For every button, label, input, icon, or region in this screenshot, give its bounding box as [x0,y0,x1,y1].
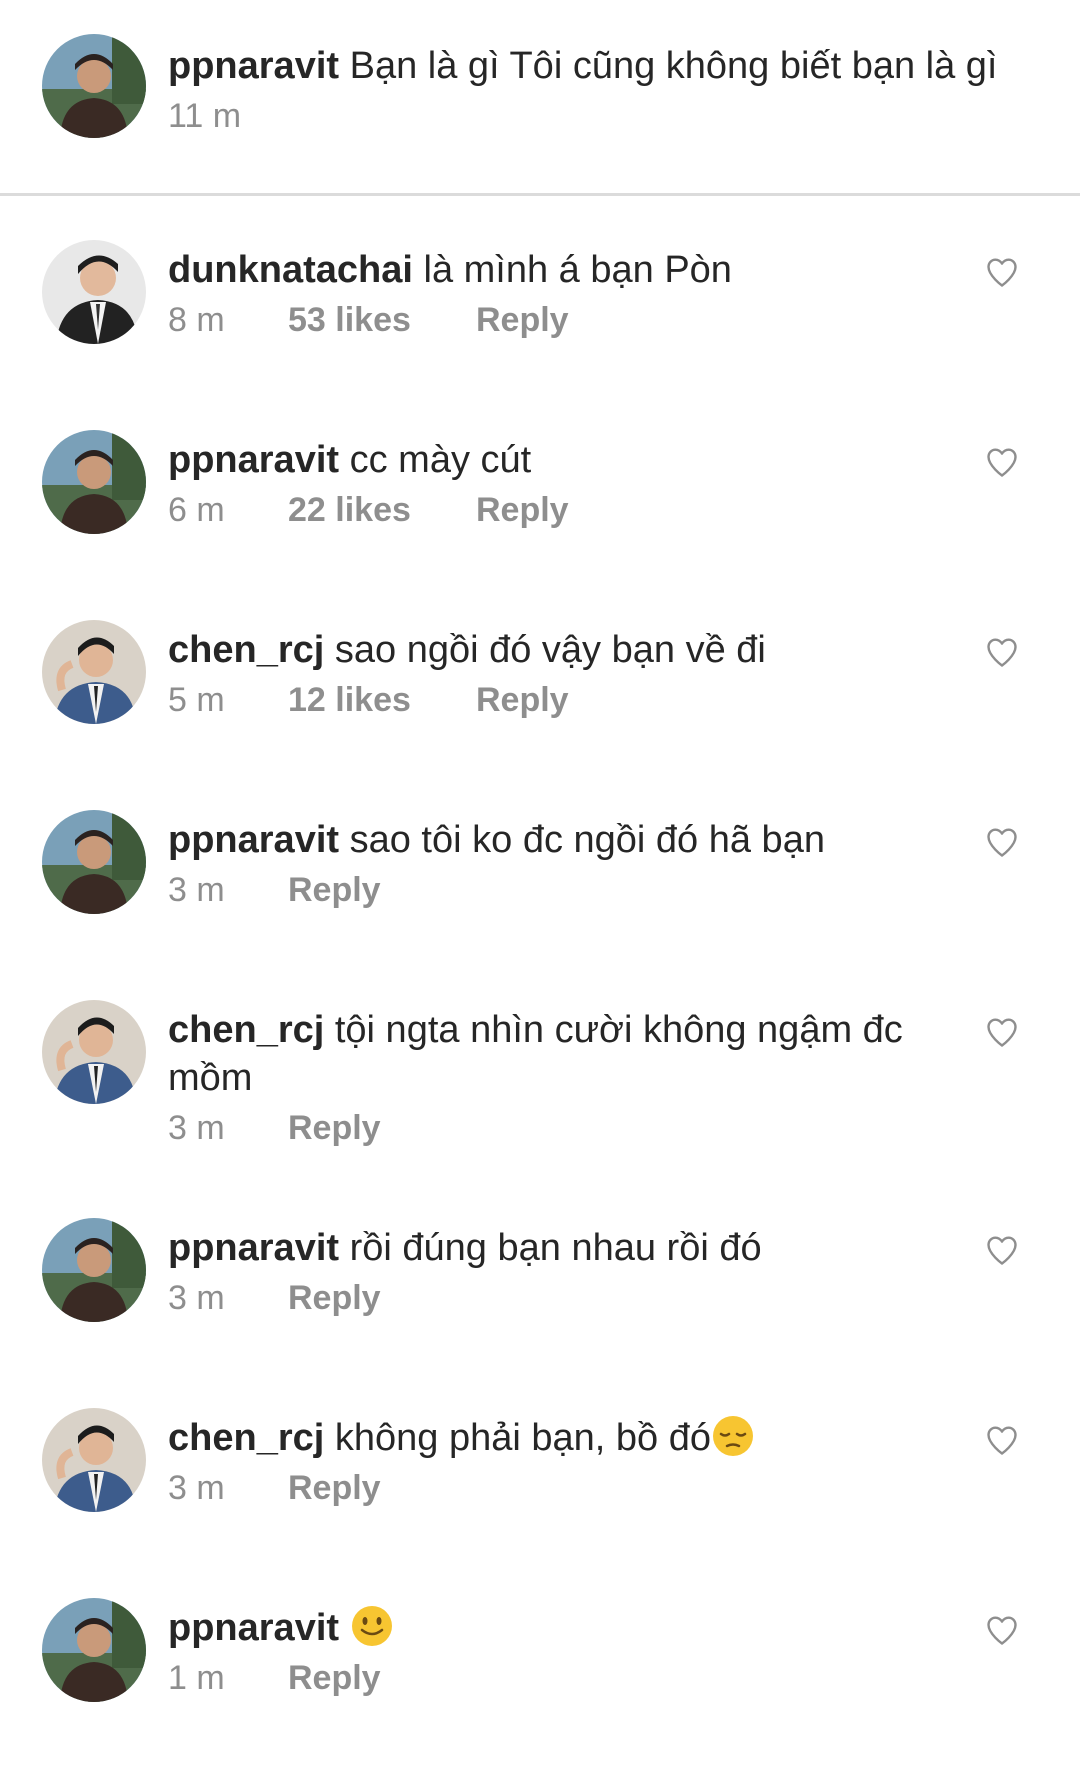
comment-text: sao ngồi đó vậy bạn về đi [324,629,766,671]
comment-text: sao tôi ko đc ngồi đó hã bạn [339,819,825,861]
avatar[interactable] [42,620,146,724]
comment-body: dunknatachai là mình á bạn Pòn 8 m 53 like… [168,246,930,342]
avatar[interactable] [42,1408,146,1512]
avatar[interactable] [42,430,146,534]
comment-body: chen_rcj sao ngồi đó vậy bạn về đi 5 m 12 … [168,626,930,722]
comment-body: ppnaravit cc mày cút 6 m 22 likes Reply [168,436,930,532]
timestamp: 11 m [168,97,242,135]
heart-outline-icon[interactable] [984,1422,1020,1458]
timestamp: 3 m [168,1109,225,1147]
username[interactable]: chen_rcj [168,1417,324,1459]
heart-outline-icon[interactable] [984,254,1020,290]
reply-button[interactable]: Reply [476,488,569,532]
likes-count[interactable]: 53 likes [288,298,476,342]
reply-button[interactable]: Reply [476,678,569,722]
username[interactable]: ppnaravit [168,1227,339,1269]
comment-text: là mình á bạn Pòn [412,249,732,291]
timestamp: 5 m [168,681,225,719]
comment-text [339,1607,350,1649]
smile-emoji [350,1604,394,1648]
comment-row: dunknatachai là mình á bạn Pòn 8 m 53 like… [0,196,1080,386]
username[interactable]: ppnaravit [168,1607,339,1649]
comment-text: Bạn là gì Tôi cũng không biết bạn là gì [339,45,998,87]
heart-outline-icon[interactable] [984,1612,1020,1648]
timestamp: 3 m [168,1469,225,1507]
caption: ppnaravit Bạn là gì Tôi cũng không biết … [0,0,1080,196]
heart-outline-icon[interactable] [984,634,1020,670]
heart-outline-icon[interactable] [984,1232,1020,1268]
comment-text: không phải bạn, bồ đó [324,1417,711,1459]
avatar[interactable] [42,240,146,344]
username[interactable]: ppnaravit [168,819,339,861]
username[interactable]: chen_rcj [168,1009,324,1051]
avatar[interactable] [42,1218,146,1322]
username[interactable]: chen_rcj [168,629,324,671]
avatar[interactable] [42,810,146,914]
timestamp: 6 m [168,491,225,529]
avatar[interactable] [42,1000,146,1104]
reply-button[interactable]: Reply [288,1466,381,1510]
reply-button[interactable]: Reply [288,1276,381,1320]
comment-row: ppnaravit rồi đúng bạn nhau rồi đó 3 m Rep… [0,1174,1080,1364]
reply-button[interactable]: Reply [288,1106,381,1150]
reply-button[interactable]: Reply [476,298,569,342]
reply-button[interactable]: Reply [288,868,381,912]
comment-text: cc mày cút [339,439,532,481]
comment-body: ppnaravit rồi đúng bạn nhau rồi đó 3 m Rep… [168,1224,930,1320]
timestamp: 3 m [168,1279,225,1317]
timestamp: 8 m [168,301,225,339]
comment-body: chen_rcj tội ngta nhìn cười không ngậm đ… [168,1006,930,1150]
likes-count[interactable]: 22 likes [288,488,476,532]
timestamp: 3 m [168,871,225,909]
caption-body: ppnaravit Bạn là gì Tôi cũng không biết … [168,42,1070,138]
username[interactable]: dunknatachai [168,249,413,291]
heart-outline-icon[interactable] [984,1014,1020,1050]
comment-text: rồi đúng bạn nhau rồi đó [339,1227,762,1269]
heart-outline-icon[interactable] [984,444,1020,480]
username[interactable]: ppnaravit [168,439,339,481]
comment-row: chen_rcj sao ngồi đó vậy bạn về đi 5 m 12 … [0,576,1080,766]
comment-row: ppnaravit cc mày cút 6 m 22 likes Reply [0,386,1080,576]
comment-body: chen_rcj không phải bạn, bồ đó 3 m Reply [168,1414,930,1510]
likes-count[interactable]: 12 likes [288,678,476,722]
comment-row: chen_rcj không phải bạn, bồ đó 3 m Reply [0,1364,1080,1554]
reply-button[interactable]: Reply [288,1656,381,1700]
comment-row: ppnaravit sao tôi ko đc ngồi đó hã bạn 3 … [0,766,1080,956]
comment-body: ppnaravit 1 m Reply [168,1604,930,1700]
comment-row: ppnaravit 1 m Reply [0,1554,1080,1744]
heart-outline-icon[interactable] [984,824,1020,860]
pensive-emoji [711,1414,755,1458]
timestamp: 1 m [168,1659,225,1697]
avatar[interactable] [42,1598,146,1702]
comment-body: ppnaravit sao tôi ko đc ngồi đó hã bạn 3 … [168,816,930,912]
comment-row: chen_rcj tội ngta nhìn cười không ngậm đ… [0,956,1080,1174]
avatar[interactable] [42,34,146,138]
username[interactable]: ppnaravit [168,45,339,87]
